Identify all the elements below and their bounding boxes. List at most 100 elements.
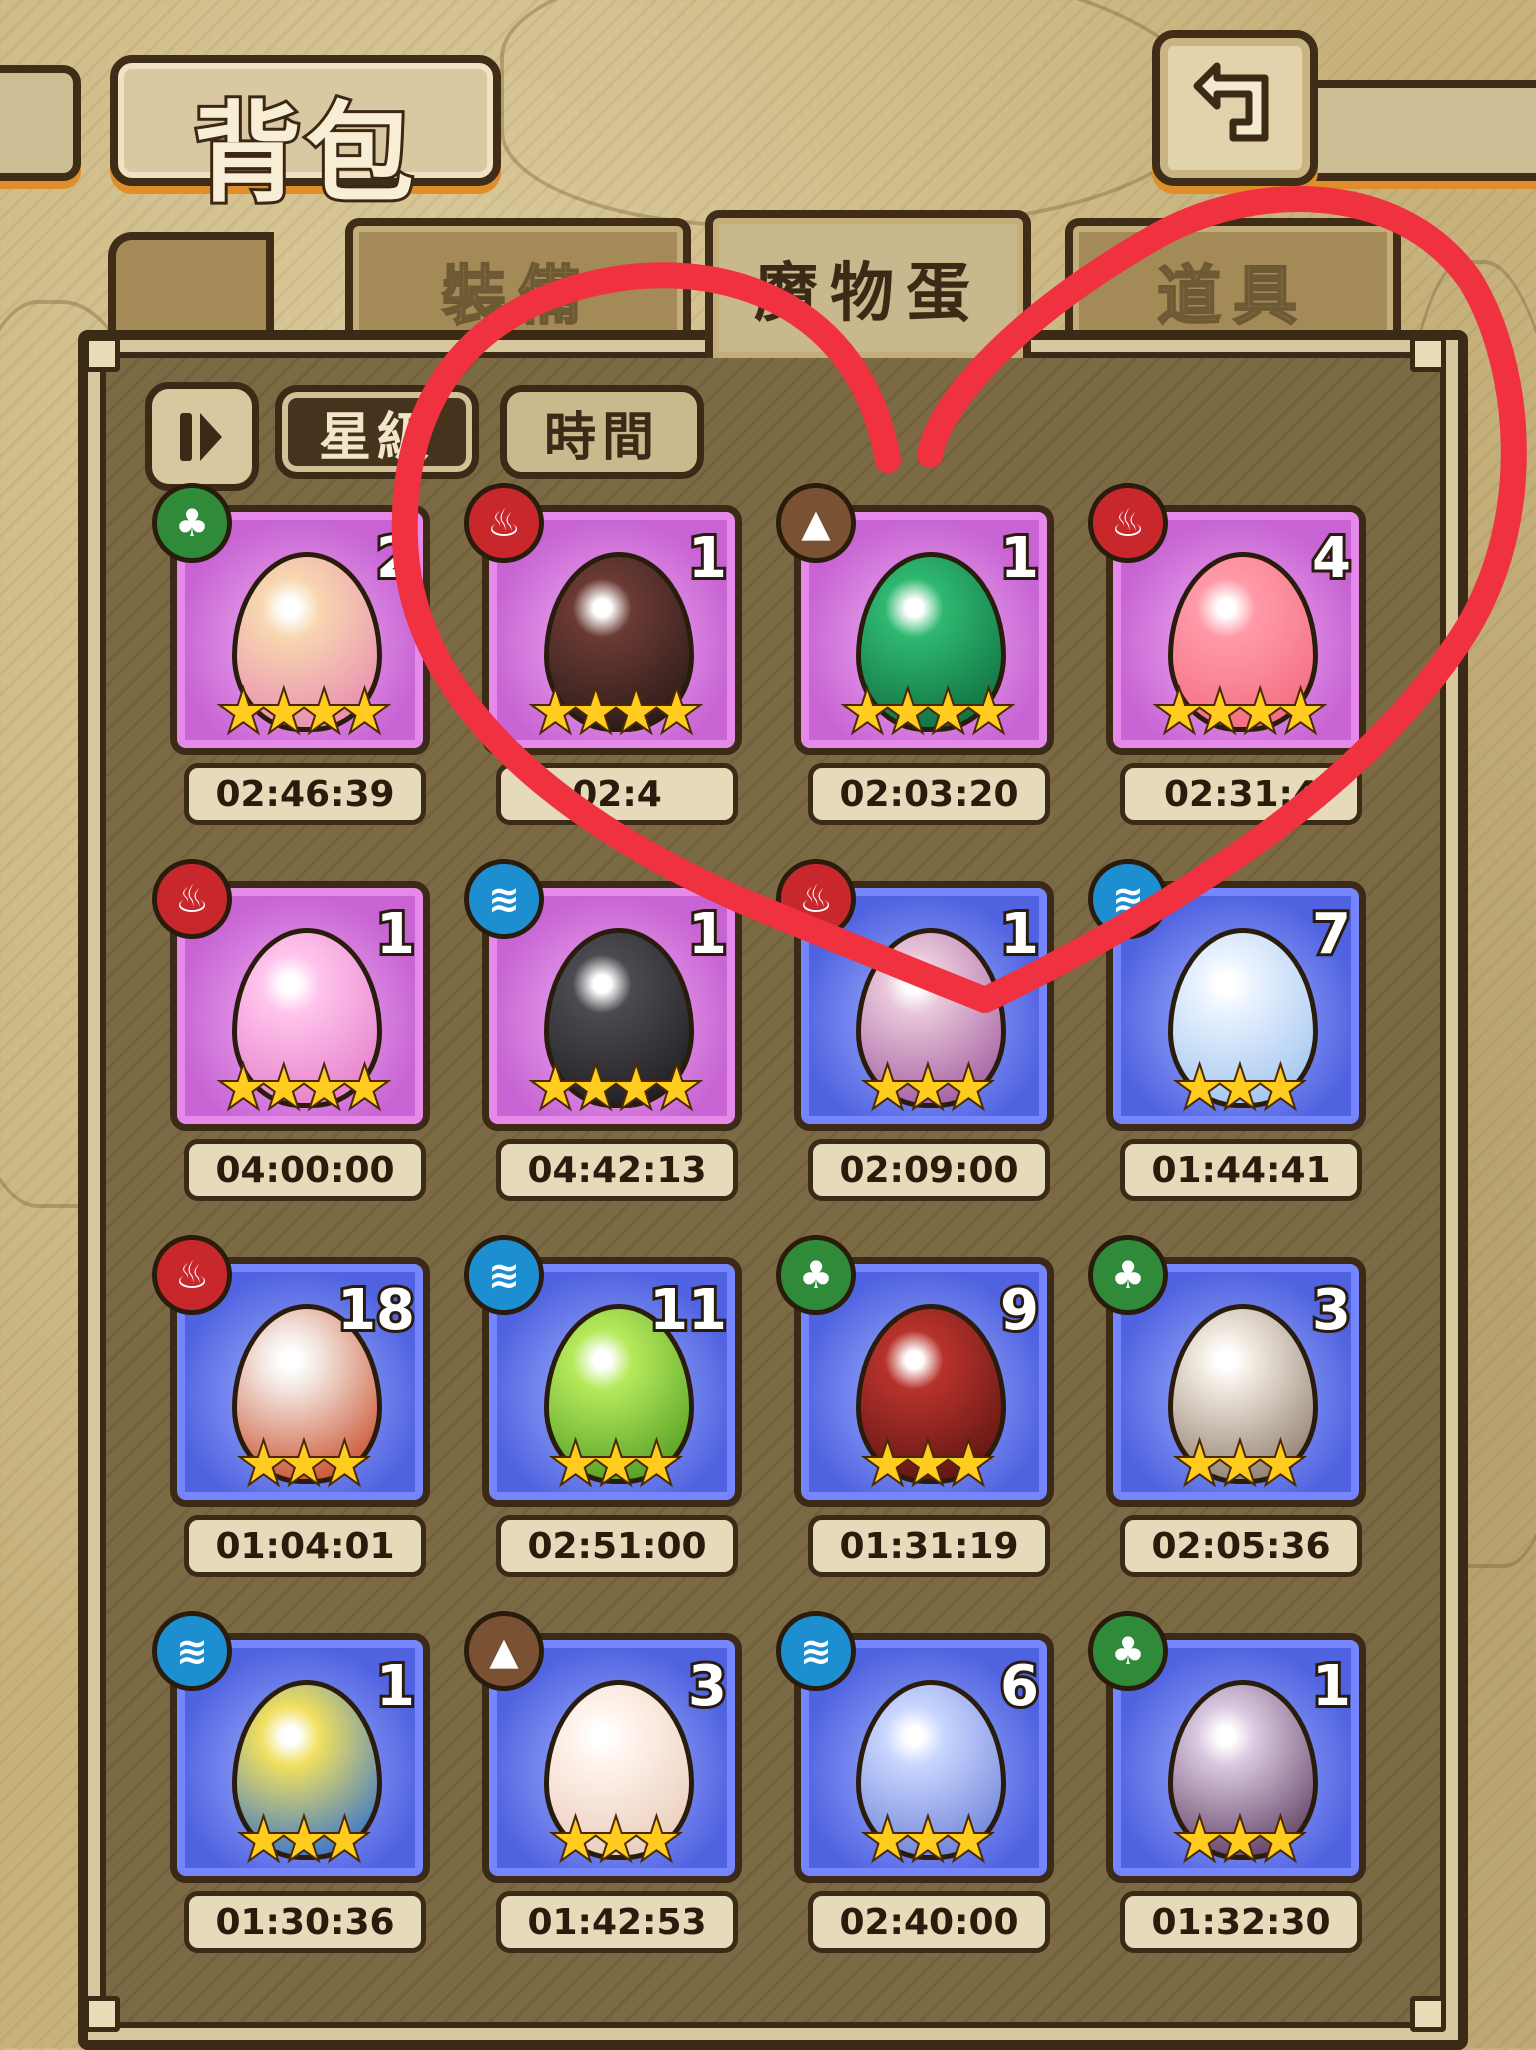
egg-count: 11: [646, 1275, 730, 1346]
hatch-timer: 02:46:39: [184, 763, 426, 825]
egg-count: 18: [334, 1275, 418, 1346]
panel-rivet: [84, 336, 120, 372]
hatch-timer: 01:42:53: [496, 1891, 738, 1953]
egg-slot[interactable]: 1 ★★★ ≋ 01:30:36: [152, 1611, 430, 1953]
tab-monster-eggs[interactable]: 魔物蛋: [705, 210, 1031, 358]
water-element-icon: ≋: [1088, 859, 1168, 939]
fire-element-icon: ♨: [152, 859, 232, 939]
egg-slot[interactable]: 2 ★★★★ ♣ 02:46:39: [152, 483, 430, 825]
star-rating: ★★★★: [217, 1054, 391, 1121]
egg-slot[interactable]: 6 ★★★ ≋ 02:40:00: [776, 1611, 1054, 1953]
hatch-timer: 01:31:19: [808, 1515, 1050, 1577]
left-header-stub: [0, 65, 81, 181]
star-rating: ★★★: [861, 1054, 994, 1121]
star-rating: ★★★: [549, 1430, 682, 1497]
map-contour: [500, 0, 1208, 228]
return-arrow-icon: [1193, 62, 1269, 142]
sort-order-toggle[interactable]: [145, 382, 259, 491]
fire-element-icon: ♨: [152, 1235, 232, 1315]
egg-count: 1: [685, 523, 730, 594]
star-rating: ★★★: [1173, 1430, 1306, 1497]
wood-element-icon: ♣: [776, 1235, 856, 1315]
fire-element-icon: ♨: [464, 483, 544, 563]
earth-element-icon: ▲: [464, 1611, 544, 1691]
water-element-icon: ≋: [464, 859, 544, 939]
egg-count: 9: [997, 1275, 1042, 1346]
egg-count: 7: [1309, 899, 1354, 970]
egg-slot[interactable]: 9 ★★★ ♣ 01:31:19: [776, 1235, 1054, 1577]
water-element-icon: ≋: [776, 1611, 856, 1691]
fire-element-icon: ♨: [776, 859, 856, 939]
star-rating: ★★★: [861, 1806, 994, 1873]
egg-slot[interactable]: 11 ★★★ ≋ 02:51:00: [464, 1235, 742, 1577]
sort-by-star-button[interactable]: 星級: [275, 385, 479, 479]
egg-count: 4: [1309, 523, 1354, 594]
egg-slot[interactable]: 1 ★★★ ♣ 01:32:30: [1088, 1611, 1366, 1953]
egg-count: 3: [1309, 1275, 1354, 1346]
egg-slot[interactable]: 1 ★★★ ♨ 02:09:00: [776, 859, 1054, 1201]
star-rating: ★★★★: [1153, 678, 1327, 745]
hatch-timer: 04:42:13: [496, 1139, 738, 1201]
page-title-plate: 背包: [110, 55, 501, 220]
back-button[interactable]: [1152, 30, 1318, 186]
egg-slot[interactable]: 4 ★★★★ ♨ 02:31:4: [1088, 483, 1366, 825]
egg-count: 1: [373, 1651, 418, 1722]
earth-element-icon: ▲: [776, 483, 856, 563]
wood-element-icon: ♣: [152, 483, 232, 563]
tab-monster-eggs-label: 魔物蛋: [754, 256, 982, 331]
right-header-bar: [1290, 80, 1536, 181]
egg-slot[interactable]: 1 ★★★★ ▲ 02:03:20: [776, 483, 1054, 825]
star-rating: ★★★★: [529, 1054, 703, 1121]
egg-slot[interactable]: 1 ★★★★ ≋ 04:42:13: [464, 859, 742, 1201]
egg-slot[interactable]: 3 ★★★ ▲ 01:42:53: [464, 1611, 742, 1953]
egg-slot[interactable]: 1 ★★★★ ♨ 04:00:00: [152, 859, 430, 1201]
egg-slot[interactable]: 7 ★★★ ≋ 01:44:41: [1088, 859, 1366, 1201]
wood-element-icon: ♣: [1088, 1611, 1168, 1691]
hatch-timer: 02:03:20: [808, 763, 1050, 825]
hatch-timer: 02:09:00: [808, 1139, 1050, 1201]
star-rating: ★★★★: [217, 678, 391, 745]
panel-rivet: [84, 1996, 120, 2032]
hatch-timer: 04:00:00: [184, 1139, 426, 1201]
panel-rivet: [1410, 1996, 1446, 2032]
star-rating: ★★★★: [841, 678, 1015, 745]
water-element-icon: ≋: [464, 1235, 544, 1315]
egg-count: 2: [373, 523, 418, 594]
egg-count: 1: [997, 523, 1042, 594]
sort-order-icon: [180, 412, 222, 461]
egg-count: 1: [685, 899, 730, 970]
star-rating: ★★★: [549, 1806, 682, 1873]
sort-by-star-label: 星級: [318, 407, 435, 468]
sort-by-time-label: 時間: [543, 407, 660, 468]
tab-equipment-label: 裝備: [441, 258, 594, 335]
hatch-timer: 01:30:36: [184, 1891, 426, 1953]
egg-slot[interactable]: 3 ★★★ ♣ 02:05:36: [1088, 1235, 1366, 1577]
fire-element-icon: ♨: [1088, 483, 1168, 563]
hatch-timer: 01:32:30: [1120, 1891, 1362, 1953]
hatch-timer: 02:31:4: [1120, 763, 1362, 825]
star-rating: ★★★: [237, 1806, 370, 1873]
egg-slot[interactable]: 1 ★★★★ ♨ 02:4: [464, 483, 742, 825]
egg-count: 1: [373, 899, 418, 970]
star-rating: ★★★★: [529, 678, 703, 745]
star-rating: ★★★: [861, 1430, 994, 1497]
wood-element-icon: ♣: [1088, 1235, 1168, 1315]
hatch-timer: 02:51:00: [496, 1515, 738, 1577]
star-rating: ★★★: [1173, 1054, 1306, 1121]
hatch-timer: 01:44:41: [1120, 1139, 1362, 1201]
sort-by-time-button[interactable]: 時間: [500, 385, 704, 479]
hatch-timer: 01:04:01: [184, 1515, 426, 1577]
egg-grid: 2 ★★★★ ♣ 02:46:39 1 ★★★★ ♨ 02:4 1 ★★★★ ▲…: [152, 483, 1370, 1953]
egg-slot[interactable]: 18 ★★★ ♨ 01:04:01: [152, 1235, 430, 1577]
tab-items-label: 道具: [1156, 258, 1309, 335]
star-rating: ★★★: [1173, 1806, 1306, 1873]
egg-count: 6: [997, 1651, 1042, 1722]
star-rating: ★★★: [237, 1430, 370, 1497]
egg-count: 1: [997, 899, 1042, 970]
hatch-timer: 02:05:36: [1120, 1515, 1362, 1577]
egg-count: 1: [1309, 1651, 1354, 1722]
water-element-icon: ≋: [152, 1611, 232, 1691]
hatch-timer: 02:4: [496, 763, 738, 825]
egg-count: 3: [685, 1651, 730, 1722]
panel-rivet: [1410, 336, 1446, 372]
